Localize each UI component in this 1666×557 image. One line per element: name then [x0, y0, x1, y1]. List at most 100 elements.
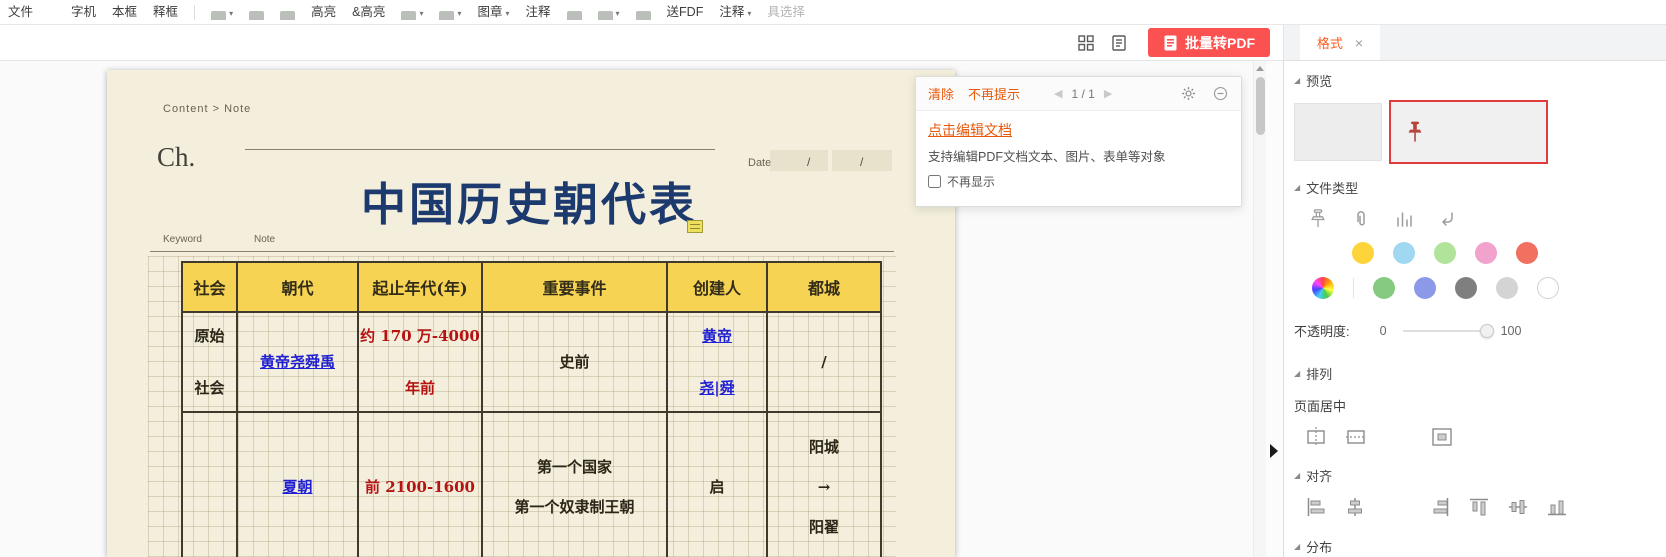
color-swatch[interactable] [1475, 242, 1497, 264]
grid-view-icon[interactable] [1074, 31, 1098, 55]
table-cell: 原始社会 [182, 312, 237, 412]
color-swatch[interactable] [1537, 277, 1559, 299]
scroll-up-button[interactable] [1254, 61, 1266, 76]
scrollbar-thumb[interactable] [1256, 77, 1265, 135]
color-swatch[interactable] [1393, 242, 1415, 264]
table-header-cell: 起止年代(年) [358, 262, 482, 312]
note-label: Note [254, 234, 275, 245]
table-link[interactable]: 尧|舜 [699, 377, 734, 399]
toolbar-item[interactable]: 高亮 [311, 1, 336, 20]
collapse-panel-icon[interactable] [1270, 444, 1278, 458]
format-panel-body: ◢ 预览 ◢ 文件类型 [1284, 61, 1666, 556]
toolbar-item[interactable]: 本框 [112, 1, 137, 20]
color-swatch[interactable] [1352, 242, 1374, 264]
toolbar-item[interactable]: &高亮 [352, 1, 385, 20]
date-separator: / [860, 155, 863, 169]
color-swatch[interactable] [1414, 277, 1436, 299]
center-vertical-icon[interactable] [1344, 425, 1368, 449]
toolbar-item[interactable]: 注释 [526, 1, 551, 20]
chapter-label: Ch. [157, 142, 195, 173]
toolbar-icon-button[interactable]: ▾ [598, 10, 620, 20]
toolbar-item[interactable]: 送FDF [667, 1, 704, 20]
toolbar-icon [636, 11, 651, 20]
toolbar-icon-button[interactable] [280, 11, 295, 20]
page-view-icon[interactable] [1107, 31, 1131, 55]
opacity-slider[interactable] [1403, 330, 1487, 332]
section-arrange[interactable]: ◢ 排列 [1294, 364, 1654, 383]
center-in-page-icon[interactable] [1430, 425, 1454, 449]
align-top-icon[interactable] [1467, 495, 1491, 519]
toolbar-icon-button[interactable]: ▾ [439, 10, 461, 20]
return-arrow-type-icon[interactable] [1435, 207, 1458, 230]
opacity-slider-handle[interactable] [1480, 324, 1494, 338]
note-annotation-icon[interactable] [687, 220, 703, 233]
pushpin-type-icon[interactable] [1306, 207, 1329, 230]
toolbar-item[interactable]: 注释▾ [719, 1, 751, 20]
panel-collapse-strip [1266, 61, 1283, 557]
collapse-triangle-icon: ◢ [1294, 472, 1300, 480]
align-left-icon[interactable] [1304, 495, 1328, 519]
align-middle-vertical-icon[interactable] [1506, 495, 1530, 519]
toolbar-icon-button[interactable] [567, 11, 582, 20]
color-swatch[interactable] [1496, 277, 1518, 299]
toolbar-item[interactable]: 图章▾ [477, 1, 509, 20]
table-link[interactable]: 黄帝尧舜禹 [260, 351, 335, 373]
toolbar-item[interactable]: 字机 [71, 1, 96, 20]
dont-show-checkbox[interactable] [928, 175, 941, 188]
graph-type-icon[interactable] [1392, 207, 1415, 230]
preview-thumbnail-1[interactable] [1294, 103, 1382, 161]
opacity-label: 不透明度: [1294, 321, 1350, 340]
toolbar-icon-button[interactable]: ▾ [401, 10, 423, 20]
toolbar-item[interactable]: 释框 [153, 1, 178, 20]
document-canvas[interactable]: Content > Note Ch. 中国历史朝代表 Date / / Keyw… [0, 61, 1253, 557]
vertical-scrollbar[interactable] [1253, 61, 1266, 557]
rainbow-color-swatch[interactable] [1312, 277, 1334, 299]
toolbar-item-label: 文件 [8, 1, 33, 20]
arrange-icons [1304, 425, 1654, 449]
section-align[interactable]: ◢ 对齐 [1294, 466, 1654, 485]
align-center-horizontal-icon[interactable] [1343, 495, 1367, 519]
close-icon[interactable]: × [1355, 36, 1363, 50]
clear-button[interactable]: 清除 [928, 84, 954, 103]
section-preview[interactable]: ◢ 预览 [1294, 71, 1654, 90]
paperclip-type-icon[interactable] [1349, 207, 1372, 230]
toolbar-icon-button[interactable] [249, 11, 264, 20]
table-text: 社会 [194, 377, 224, 399]
color-swatch[interactable] [1516, 242, 1538, 264]
table-text: / [821, 351, 826, 373]
batch-convert-pdf-button[interactable]: 批量转PDF [1148, 28, 1270, 57]
center-horizontal-icon[interactable] [1304, 425, 1328, 449]
table-text: 年前 [405, 377, 435, 399]
table-link[interactable]: 夏朝 [282, 476, 312, 498]
tab-format[interactable]: 格式 × [1300, 25, 1380, 60]
color-swatch[interactable] [1373, 277, 1395, 299]
collapse-triangle-icon: ◢ [1294, 543, 1300, 551]
toolbar-item[interactable]: 文件 [8, 1, 33, 20]
align-right-icon[interactable] [1428, 495, 1452, 519]
prev-page-icon[interactable]: ◀ [1054, 87, 1062, 100]
align-bottom-icon[interactable] [1545, 495, 1569, 519]
convert-button-label: 批量转PDF [1185, 33, 1255, 53]
toolbar-separator [194, 5, 195, 20]
section-filetype[interactable]: ◢ 文件类型 [1294, 178, 1654, 197]
table-cell: 阳城→阳翟 [767, 412, 881, 557]
dont-remind-button[interactable]: 不再提示 [968, 84, 1020, 103]
gear-icon[interactable] [1179, 85, 1197, 103]
chevron-down-icon: ▾ [616, 10, 620, 20]
color-swatch[interactable] [1434, 242, 1456, 264]
preview-thumbnail-selected[interactable] [1389, 100, 1548, 164]
edit-document-link[interactable]: 点击编辑文档 [928, 120, 1012, 140]
table-header-cell: 都城 [767, 262, 881, 312]
toolbar-icon-button[interactable] [636, 11, 651, 20]
popup-pager: ◀ 1 / 1 ▶ [1054, 87, 1112, 101]
table-link[interactable]: 黄帝 [702, 325, 732, 347]
table-text: 约 170 万-4000 [360, 325, 480, 347]
pdf-page[interactable]: Content > Note Ch. 中国历史朝代表 Date / / Keyw… [107, 70, 955, 557]
minimize-icon[interactable] [1211, 85, 1229, 103]
toolbar-item-label: 字机 [71, 1, 96, 20]
color-swatch[interactable] [1455, 277, 1477, 299]
toolbar-icon-button[interactable]: ▾ [211, 10, 233, 20]
align-icons [1304, 495, 1654, 519]
next-page-icon[interactable]: ▶ [1104, 87, 1112, 100]
section-distribute[interactable]: ◢ 分布 [1294, 537, 1654, 556]
